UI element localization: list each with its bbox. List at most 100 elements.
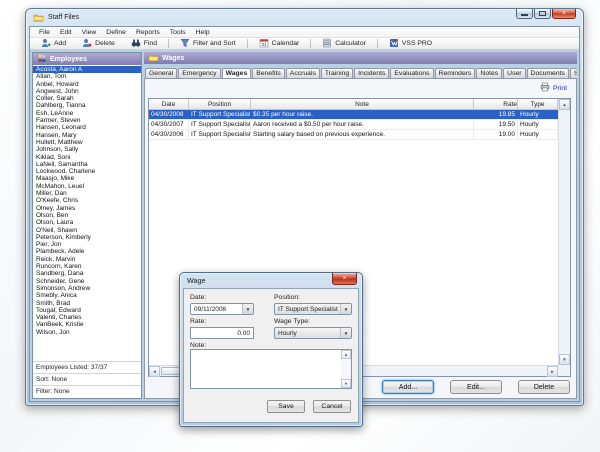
employee-list-item[interactable]: Dahlberg, Tianna bbox=[33, 102, 141, 109]
note-textarea[interactable]: ▲ ▼ bbox=[190, 349, 352, 389]
tab-benefits[interactable]: Benefits bbox=[252, 68, 285, 78]
employee-list-item[interactable]: Kiklad, Soni bbox=[33, 154, 141, 161]
calculator-toolbar-button[interactable]: Calculator bbox=[314, 38, 374, 49]
employee-list-item[interactable]: Olson, Laura bbox=[33, 219, 141, 226]
employee-list-item[interactable]: Olson, Ben bbox=[33, 212, 141, 219]
scroll-left-button[interactable]: ◄ bbox=[149, 366, 160, 377]
edit-button[interactable]: Edit... bbox=[450, 380, 502, 394]
wage-type-combobox[interactable]: Hourly ▼ bbox=[274, 327, 352, 339]
menu-item-file[interactable]: File bbox=[34, 29, 55, 36]
column-header-date[interactable]: Date bbox=[149, 99, 189, 109]
add-toolbar-button[interactable]: Add bbox=[33, 38, 74, 49]
employee-list-item[interactable]: Smebly, Anica bbox=[33, 292, 141, 299]
date-combobox[interactable]: 09/11/2008 ▼ bbox=[190, 303, 254, 315]
menu-item-edit[interactable]: Edit bbox=[55, 29, 77, 36]
add-button[interactable]: Add... bbox=[382, 380, 434, 394]
vss-pro-toolbar-button[interactable]: VSS PRO bbox=[381, 38, 440, 49]
employee-list-item[interactable]: O'Neil, Shawn bbox=[33, 227, 141, 234]
maximize-button[interactable] bbox=[534, 9, 551, 19]
note-scrollbar[interactable]: ▲ ▼ bbox=[341, 350, 351, 388]
scroll-down-button[interactable]: ▼ bbox=[559, 354, 570, 365]
tab-evaluations[interactable]: Evaluations bbox=[390, 68, 433, 78]
rate-input[interactable]: 0.00 bbox=[190, 327, 254, 339]
menu-item-help[interactable]: Help bbox=[191, 29, 215, 36]
position-combobox[interactable]: IT Support Specialist ▼ bbox=[274, 303, 352, 315]
tab-notes[interactable]: Notes bbox=[476, 68, 502, 78]
employee-list-item[interactable]: Peterson, Kimberly bbox=[33, 234, 141, 241]
tab-emergency[interactable]: Emergency bbox=[178, 68, 220, 78]
employee-list-item[interactable]: Hansen, Mary bbox=[33, 132, 141, 139]
employee-list-item[interactable]: Wilson, Jon bbox=[33, 329, 141, 336]
employee-list-item[interactable]: Sandberg, Dana bbox=[33, 270, 141, 277]
column-header-type[interactable]: Type bbox=[518, 99, 558, 109]
employee-list-item[interactable]: Esh, LeAnne bbox=[33, 110, 141, 117]
employee-list-item[interactable]: Johnson, Sally bbox=[33, 146, 141, 153]
column-header-rate[interactable]: Rate bbox=[474, 99, 518, 109]
tab-separation[interactable]: Separation bbox=[570, 68, 577, 78]
employee-list-item[interactable]: Plambeck, Adele bbox=[33, 248, 141, 255]
employee-list-item[interactable]: Maasjo, Mike bbox=[33, 175, 141, 182]
employee-list-item[interactable]: Olney, James bbox=[33, 205, 141, 212]
employee-list-item[interactable]: Valenti, Charles bbox=[33, 314, 141, 321]
column-header-position[interactable]: Position bbox=[189, 99, 251, 109]
employee-list-item[interactable]: O'Keefe, Chris bbox=[33, 197, 141, 204]
employee-list-item[interactable]: Hullett, Matthew bbox=[33, 139, 141, 146]
chevron-down-icon[interactable]: ▼ bbox=[242, 304, 253, 314]
scroll-right-button[interactable]: ► bbox=[547, 366, 558, 377]
vertical-scrollbar[interactable]: ▲ ▼ bbox=[558, 99, 570, 365]
menu-item-tools[interactable]: Tools bbox=[165, 29, 191, 36]
tab-training[interactable]: Training bbox=[321, 68, 353, 78]
employee-list-item[interactable]: Miller, Dan bbox=[33, 190, 141, 197]
table-row[interactable]: 04/30/2006IT Support SpecialistStarting … bbox=[149, 130, 558, 140]
employee-list-item[interactable]: Simonson, Andrew bbox=[33, 285, 141, 292]
employee-list-item[interactable]: Pier, Jon bbox=[33, 241, 141, 248]
tab-general[interactable]: General bbox=[145, 68, 177, 78]
employee-list-item[interactable]: Allan, Tom bbox=[33, 73, 141, 80]
employee-list-item[interactable]: LaNeil, Samantha bbox=[33, 161, 141, 168]
employee-list-item[interactable]: Farmer, Steven bbox=[33, 117, 141, 124]
menu-item-reports[interactable]: Reports bbox=[131, 29, 165, 36]
employee-list-item[interactable]: Schneider, Gene bbox=[33, 278, 141, 285]
chevron-down-icon[interactable]: ▼ bbox=[340, 304, 351, 314]
menu-item-define[interactable]: Define bbox=[101, 29, 131, 36]
table-row[interactable]: 04/30/2007IT Support SpecialistAaron rec… bbox=[149, 120, 558, 130]
dialog-close-button[interactable]: × bbox=[332, 273, 357, 285]
scroll-up-button[interactable]: ▲ bbox=[559, 99, 570, 110]
delete-toolbar-button[interactable]: Delete bbox=[74, 38, 123, 49]
employee-list-item[interactable]: Coller, Sarah bbox=[33, 95, 141, 102]
tab-accruals[interactable]: Accruals bbox=[286, 68, 320, 78]
tab-user[interactable]: User bbox=[503, 68, 525, 78]
scroll-up-button[interactable]: ▲ bbox=[341, 350, 351, 359]
filter-and-sort-toolbar-button[interactable]: Filter and Sort bbox=[172, 38, 244, 49]
chevron-down-icon[interactable]: ▼ bbox=[340, 328, 351, 338]
save-button[interactable]: Save bbox=[267, 400, 305, 413]
employee-list-item[interactable]: VanBeek, Kristie bbox=[33, 321, 141, 328]
menu-item-view[interactable]: View bbox=[77, 29, 102, 36]
employee-list-item[interactable]: Reick, Marvin bbox=[33, 256, 141, 263]
tab-documents[interactable]: Documents bbox=[527, 68, 569, 78]
employee-list-item[interactable]: Smith, Brad bbox=[33, 300, 141, 307]
print-link[interactable]: Print bbox=[540, 82, 567, 94]
title-bar[interactable]: Staff Files × bbox=[26, 9, 583, 26]
employee-list-item[interactable]: Hansen, Leonard bbox=[33, 124, 141, 131]
tab-reminders[interactable]: Reminders bbox=[435, 68, 476, 78]
find-toolbar-button[interactable]: Find bbox=[123, 38, 165, 49]
employee-list-item[interactable]: McMahon, Leuel bbox=[33, 183, 141, 190]
employee-list-item[interactable]: Acosta, Aaron A bbox=[33, 66, 141, 73]
scroll-down-button[interactable]: ▼ bbox=[341, 379, 351, 388]
dialog-title-bar[interactable]: Wage × bbox=[180, 273, 362, 288]
employee-list-item[interactable]: Runcorn, Karen bbox=[33, 263, 141, 270]
column-header-note[interactable]: Note bbox=[251, 99, 474, 109]
calendar-toolbar-button[interactable]: 31Calendar bbox=[251, 38, 308, 49]
tab-incidents[interactable]: Incidents bbox=[354, 68, 389, 78]
employee-list-item[interactable]: Tougal, Edward bbox=[33, 307, 141, 314]
delete-button[interactable]: Delete bbox=[518, 380, 570, 394]
employee-list-item[interactable]: Anbel, Howard bbox=[33, 81, 141, 88]
employee-list-item[interactable]: Angwest, John bbox=[33, 88, 141, 95]
cancel-button[interactable]: Cancel bbox=[313, 400, 351, 413]
employee-list-item[interactable]: Lockwood, Charlene bbox=[33, 168, 141, 175]
minimize-button[interactable] bbox=[516, 9, 533, 19]
table-row[interactable]: 04/30/2008IT Support Specialist$0.35 per… bbox=[149, 110, 558, 120]
close-button[interactable]: × bbox=[552, 9, 576, 19]
tab-wages[interactable]: Wages bbox=[222, 68, 252, 78]
